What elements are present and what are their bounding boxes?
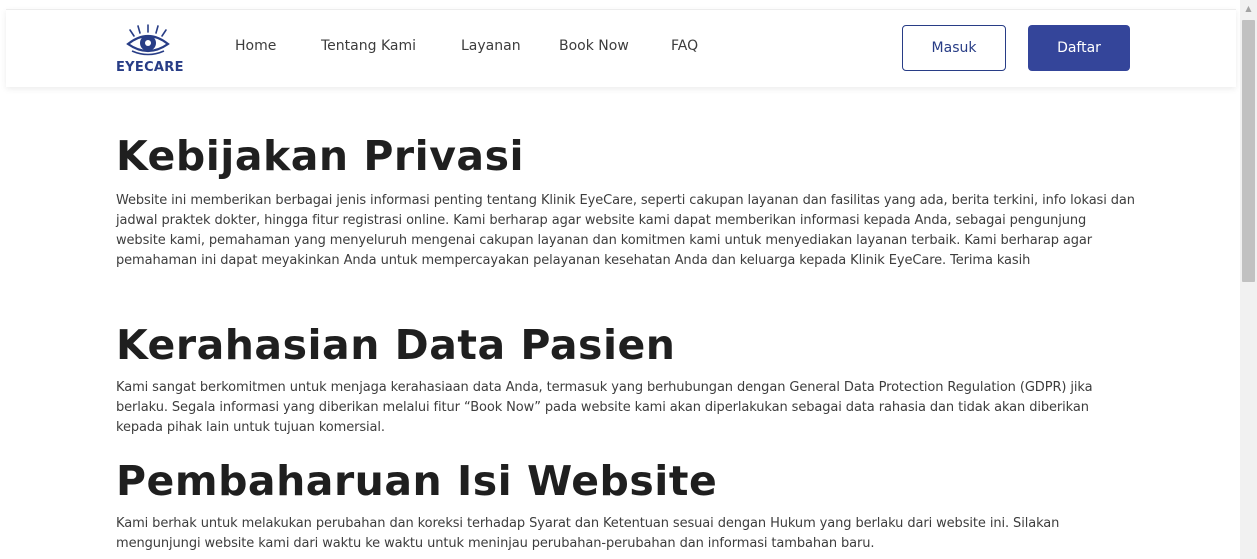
section-privacy-policy: Kebijakan Privasi Website ini memberikan… [116, 127, 1136, 271]
register-button[interactable]: Daftar [1028, 25, 1130, 71]
page: EYECARE Home Tentang Kami Layanan Book N… [0, 0, 1257, 559]
section-body: Kami berhak untuk melakukan perubahan da… [116, 516, 1060, 551]
scroll-up-arrow-icon[interactable]: ▲ [1240, 0, 1257, 17]
section-patient-data: Kerahasian Data Pasien Kami sangat berko… [116, 316, 1136, 438]
section-body: Website ini memberikan berbagai jenis in… [116, 193, 1135, 268]
section-title: Kerahasian Data Pasien [116, 321, 676, 369]
section-website-update: Pembaharuan Isi Website Kami berhak untu… [116, 452, 1136, 554]
section-body: Kami sangat berkomitmen untuk menjaga ke… [116, 380, 1093, 435]
navbar: EYECARE Home Tentang Kami Layanan Book N… [6, 9, 1236, 87]
section-title: Kebijakan Privasi [116, 132, 525, 180]
brand-logo[interactable]: EYECARE [116, 24, 186, 79]
brand-name: EYECARE [116, 60, 184, 75]
nav-item-tentang-kami[interactable]: Tentang Kami [321, 38, 416, 54]
scrollbar-thumb[interactable] [1242, 20, 1255, 282]
nav-item-layanan[interactable]: Layanan [461, 38, 521, 54]
vertical-scrollbar[interactable]: ▲ [1240, 0, 1257, 559]
top-strip [0, 0, 1240, 9]
nav-item-faq[interactable]: FAQ [671, 38, 698, 54]
login-button[interactable]: Masuk [902, 25, 1006, 71]
section-title: Pembaharuan Isi Website [116, 457, 718, 505]
nav-item-book-now[interactable]: Book Now [559, 38, 629, 54]
nav-item-home[interactable]: Home [235, 38, 276, 54]
eye-logo-icon [126, 24, 170, 56]
